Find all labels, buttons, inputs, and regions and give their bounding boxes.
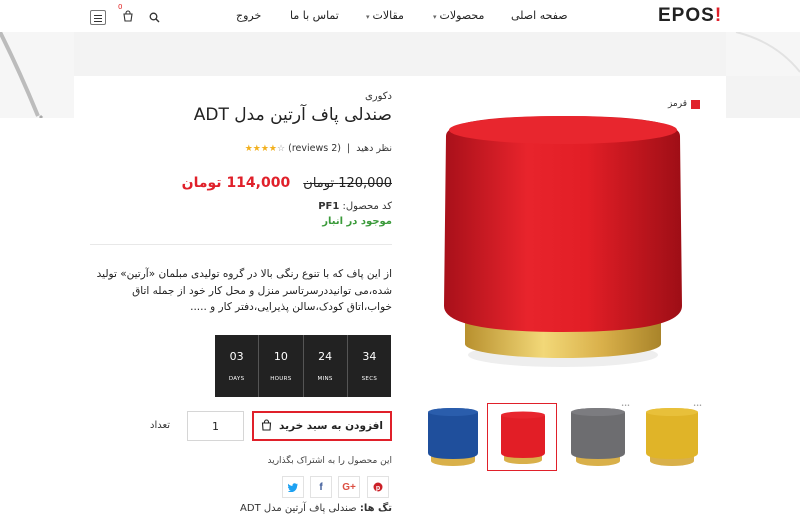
main-product-image[interactable]	[420, 106, 706, 396]
menu-icon[interactable]	[90, 10, 106, 25]
countdown-label: HOURS	[270, 376, 292, 382]
facebook-icon[interactable]: f	[310, 476, 332, 498]
reviews-count[interactable]: (2 reviews)	[288, 143, 341, 154]
svg-text:p: p	[376, 485, 380, 492]
add-to-cart-button[interactable]: افزودن به سبد خرید	[252, 411, 392, 441]
sku-value: PF1	[318, 201, 340, 212]
countdown-value: 03	[229, 350, 244, 363]
bag-icon	[261, 418, 272, 434]
countdown-label: SECS	[361, 376, 378, 382]
product-price: 120,000 تومان 114,000 تومان	[182, 172, 392, 191]
search-icon[interactable]	[149, 8, 160, 27]
background-decoration	[0, 31, 74, 120]
countdown-value: 34	[362, 350, 377, 363]
nav-articles-label: مقالات	[372, 9, 404, 22]
quantity-label: تعداد	[150, 420, 171, 431]
sale-price: 114,000 تومان	[181, 175, 291, 191]
nav-logout[interactable]: خروج	[236, 9, 261, 22]
countdown-value: 24	[318, 350, 333, 363]
sale-countdown: 34 SECS 24 MINS 10 HOURS 03 DAYS	[215, 335, 391, 397]
nav-products[interactable]: ▾ محصولات	[433, 9, 484, 22]
product-sku: کد محصول: PF1	[318, 201, 392, 212]
cart-count-badge: 0	[118, 3, 123, 11]
twitter-icon[interactable]	[282, 476, 304, 498]
logo[interactable]: EPOS!	[658, 5, 722, 27]
countdown-hours: 10 HOURS	[258, 335, 302, 397]
nav-contact[interactable]: تماس با ما	[290, 9, 339, 22]
countdown-mins: 24 MINS	[302, 335, 347, 397]
tag-link[interactable]: صندلی پاف آرتین مدل ADT	[240, 503, 357, 514]
countdown-label: MINS	[317, 376, 333, 382]
thumbnail-blue[interactable]	[418, 403, 488, 471]
countdown-label: DAYS	[228, 376, 245, 382]
sku-label: کد محصول:	[342, 201, 392, 212]
thumbnail-yellow[interactable]: •••	[638, 403, 708, 471]
review-link[interactable]: نظر دهید	[356, 143, 392, 154]
countdown-value: 10	[273, 350, 288, 363]
cart-icon[interactable]	[122, 7, 134, 26]
site-header: EPOS! صفحه اصلی ▾ محصولات ▾ مقالات تماس با…	[0, 0, 800, 32]
divider	[90, 244, 392, 245]
nav-home[interactable]: صفحه اصلی	[511, 9, 568, 22]
background-decoration	[726, 31, 800, 76]
chevron-down-icon: ▾	[433, 13, 437, 21]
chevron-down-icon: ▾	[366, 13, 370, 21]
thumbnail-red[interactable]	[487, 403, 557, 471]
product-rating: نظر دهید | (2 reviews) ☆★★★★	[245, 143, 392, 154]
product-title: ADT صندلی پاف آرتین مدل	[193, 105, 392, 125]
thumbnail-gray[interactable]: •••	[566, 403, 636, 471]
product-description: از این پاف که با تنوع رنگی بالا در گروه …	[96, 268, 392, 313]
old-price: 120,000 تومان	[303, 176, 392, 191]
product-tags: تگ ها: صندلی پاف آرتین مدل ADT	[240, 503, 392, 514]
nav-products-label: محصولات	[439, 9, 485, 22]
countdown-days: 03 DAYS	[215, 335, 258, 397]
star-rating: ☆★★★★	[244, 144, 286, 154]
quantity-input[interactable]	[187, 411, 244, 441]
separator: |	[347, 143, 351, 154]
tags-label: تگ ها:	[359, 503, 392, 514]
add-to-cart-label: افزودن به سبد خرید	[279, 420, 383, 432]
pinterest-icon[interactable]: p	[367, 476, 389, 498]
thumbnail-marker: •••	[693, 403, 702, 409]
product-category[interactable]: دکوری	[365, 91, 392, 102]
share-text: این محصول را به اشتراک بگذارید	[267, 456, 392, 466]
thumbnail-marker: •••	[621, 403, 630, 409]
countdown-secs: 34 SECS	[346, 335, 391, 397]
stock-status: موجود در انبار	[322, 216, 392, 227]
google-plus-icon[interactable]: G+	[338, 476, 360, 498]
nav-articles[interactable]: ▾ مقالات	[366, 9, 404, 22]
